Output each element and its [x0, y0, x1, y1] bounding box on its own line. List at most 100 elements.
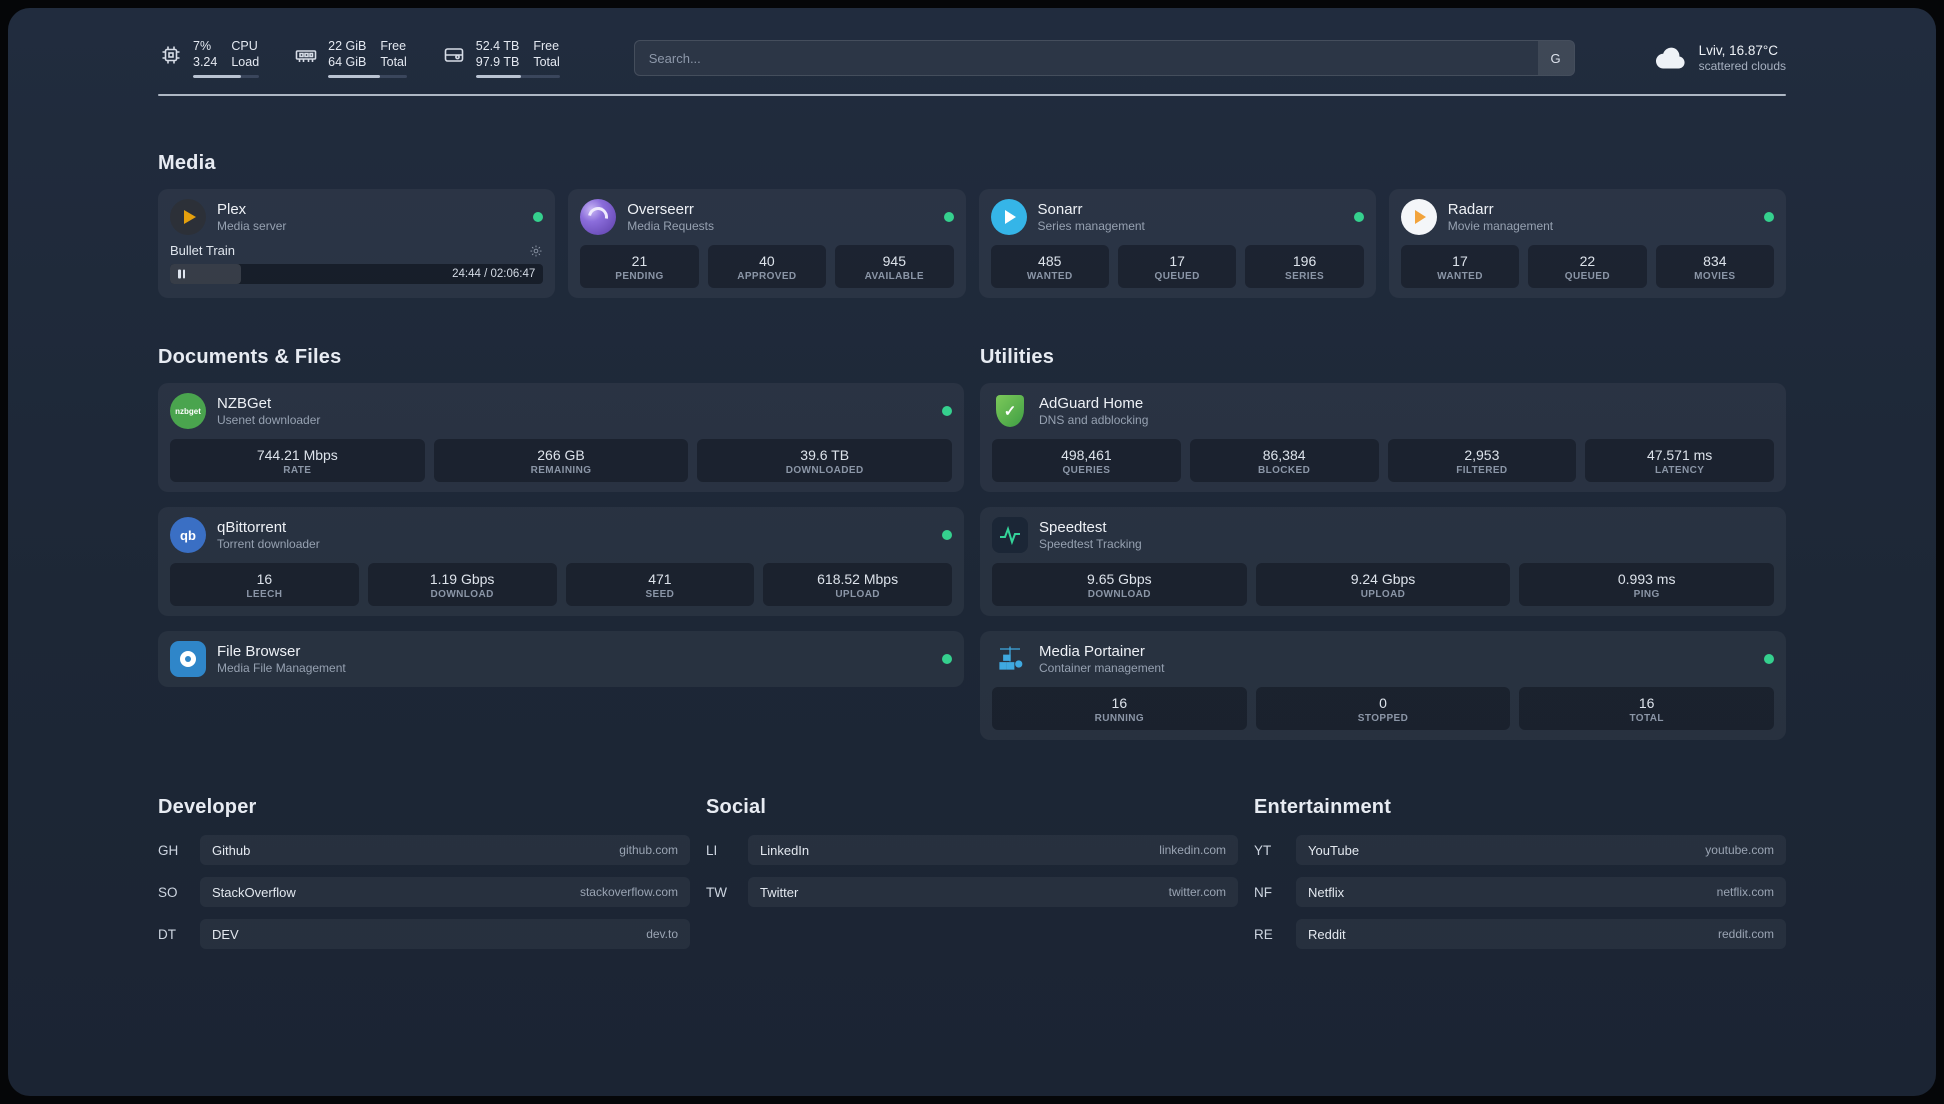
- app-subtitle-radarr: Movie management: [1447, 219, 1554, 233]
- plex-now-playing: Bullet Train 24:44 / 02:06:47: [170, 243, 544, 284]
- status-online-dot: [942, 654, 952, 664]
- playback-progress-bar[interactable]: 24:44 / 02:06:47: [170, 264, 544, 284]
- bookmark-row: NF Netflix netflix.com: [1254, 877, 1786, 907]
- app-name-sonarr: Sonarr: [1037, 201, 1083, 218]
- bookmark-link-linkedin[interactable]: LinkedIn linkedin.com: [748, 835, 1238, 865]
- stat-tile: 1.19 Gbps DOWNLOAD: [367, 563, 557, 606]
- stat-tile: 17 WANTED: [1400, 245, 1520, 288]
- bookmark-name: LinkedIn: [760, 842, 810, 858]
- section-documents: Documents & Files nzbget NZBGet Usenet d…: [158, 346, 964, 687]
- memory-label-2: Total: [380, 55, 407, 69]
- status-online-dot: [533, 212, 544, 222]
- app-card-sonarr[interactable]: Sonarr Series management 485 WANTED 17 Q…: [978, 189, 1376, 298]
- stat-tile: 485 WANTED: [990, 245, 1109, 288]
- stat-value: 2,953: [1464, 447, 1500, 463]
- stat-label: DOWNLOADED: [785, 465, 864, 476]
- app-subtitle-filebrowser: Media File Management: [217, 661, 346, 675]
- bookmark-url: dev.to: [646, 927, 678, 941]
- stat-value: 1.19 Gbps: [429, 571, 495, 587]
- status-online-dot: [1353, 212, 1364, 222]
- status-online-dot: [942, 530, 952, 540]
- stat-value: 16: [1111, 695, 1128, 711]
- cpu-label-1: CPU: [231, 39, 258, 53]
- stat-value: 17: [1169, 253, 1185, 269]
- cpu-label-2: Load: [231, 55, 260, 69]
- app-card-filebrowser[interactable]: File Browser Media File Management: [158, 631, 964, 687]
- bookmark-group-entertainment: Entertainment YT YouTube youtube.com NF …: [1254, 796, 1786, 949]
- bookmark-abbr: SO: [158, 884, 178, 900]
- app-name-qbittorrent: qBittorrent: [217, 519, 287, 536]
- bookmark-url: youtube.com: [1705, 843, 1774, 857]
- app-card-speedtest[interactable]: Speedtest Speedtest Tracking 9.65 Gbps D…: [980, 507, 1786, 616]
- stat-label: QUERIES: [1062, 465, 1111, 476]
- cpu-usage-bar: [193, 75, 260, 78]
- stat-tile: 2,953 FILTERED: [1387, 439, 1577, 482]
- app-card-overseerr[interactable]: Overseerr Media Requests 21 PENDING 40 A…: [568, 189, 966, 298]
- bookmark-link-netflix[interactable]: Netflix netflix.com: [1296, 877, 1786, 907]
- topbar-divider: [158, 94, 1786, 96]
- bookmark-url: stackoverflow.com: [579, 885, 678, 899]
- stat-value: 471: [648, 571, 672, 587]
- overseerr-icon: [580, 199, 617, 235]
- bookmark-link-youtube[interactable]: YouTube youtube.com: [1296, 835, 1786, 865]
- stat-value: 16: [1638, 695, 1655, 711]
- app-name-plex: Plex: [217, 201, 247, 218]
- weather-location: Lviv, 16.87°C: [1698, 43, 1779, 58]
- stat-tile: 47.571 ms LATENCY: [1585, 439, 1774, 482]
- app-card-plex[interactable]: Plex Media server Bullet Train 24:44 / 0…: [158, 189, 556, 298]
- stat-tile: 0.993 ms PING: [1519, 563, 1775, 606]
- search-engine-button[interactable]: G: [1537, 41, 1574, 75]
- stat-label: UPLOAD: [1360, 589, 1406, 600]
- section-bookmarks: Developer GH Github github.com SO StackO…: [158, 796, 1786, 949]
- stat-value: 485: [1038, 253, 1062, 269]
- stat-value: 16: [256, 571, 273, 587]
- settings-gear-icon[interactable]: [529, 244, 543, 258]
- app-name-nzbget: NZBGet: [217, 395, 272, 412]
- app-card-adguard[interactable]: ✓ AdGuard Home DNS and adblocking 498,46…: [980, 383, 1786, 492]
- bookmark-name: Netflix: [1308, 884, 1345, 900]
- speedtest-icon: [992, 517, 1028, 553]
- stat-label: STOPPED: [1357, 713, 1409, 724]
- stat-tile: 471 SEED: [565, 563, 755, 606]
- stat-label: BLOCKED: [1258, 465, 1311, 476]
- bookmark-link-twitter[interactable]: Twitter twitter.com: [748, 877, 1238, 907]
- memory-icon: [293, 42, 319, 68]
- stat-label: LEECH: [246, 589, 283, 600]
- app-card-radarr[interactable]: Radarr Movie management 17 WANTED 22 QUE…: [1388, 189, 1786, 298]
- stat-label: WANTED: [1437, 271, 1483, 282]
- bookmark-name: StackOverflow: [212, 884, 296, 900]
- app-card-qbittorrent[interactable]: qb qBittorrent Torrent downloader 16 LEE…: [158, 507, 964, 616]
- app-card-nzbget[interactable]: nzbget NZBGet Usenet downloader 744.21 M…: [158, 383, 964, 492]
- bookmark-link-dev[interactable]: DEV dev.to: [200, 919, 690, 949]
- bookmark-link-stackoverflow[interactable]: StackOverflow stackoverflow.com: [200, 877, 690, 907]
- bookmark-abbr: YT: [1254, 842, 1272, 858]
- disk-total-value: 97.9 TB: [475, 55, 520, 69]
- bookmark-link-reddit[interactable]: Reddit reddit.com: [1296, 919, 1786, 949]
- weather-widget[interactable]: Lviv, 16.87°C scattered clouds: [1653, 42, 1786, 74]
- stat-label: FILTERED: [1456, 465, 1508, 476]
- stat-tile: 834 MOVIES: [1655, 245, 1775, 288]
- stat-tile: 618.52 Mbps UPLOAD: [763, 563, 952, 606]
- disk-usage-bar: [475, 75, 560, 78]
- bookmark-group-title: Social: [706, 796, 767, 818]
- app-subtitle-sonarr: Series management: [1037, 219, 1145, 233]
- stat-tile: 22 QUEUED: [1528, 245, 1647, 288]
- stat-tile: 16 RUNNING: [992, 687, 1247, 730]
- status-online-dot: [1764, 654, 1774, 664]
- stat-label: DOWNLOAD: [430, 589, 494, 600]
- qbittorrent-icon: qb: [170, 517, 206, 553]
- pause-icon[interactable]: [178, 269, 185, 279]
- bookmark-group-developer: Developer GH Github github.com SO StackO…: [158, 796, 690, 949]
- bookmark-url: netflix.com: [1716, 885, 1774, 899]
- search-input[interactable]: [633, 40, 1575, 76]
- topbar: 7% 3.24 CPU Load 22 GiB 64 GiB Free Tota…: [158, 38, 1786, 78]
- bookmark-link-github[interactable]: Github github.com: [200, 835, 690, 865]
- stat-label: DOWNLOAD: [1087, 589, 1151, 600]
- section-media: Media Plex Media server Bullet Train 24:…: [158, 152, 1786, 298]
- app-card-portainer[interactable]: Media Portainer Container management 16 …: [980, 631, 1786, 740]
- app-subtitle-qbittorrent: Torrent downloader: [217, 537, 320, 551]
- section-middle: Documents & Files nzbget NZBGet Usenet d…: [158, 346, 1786, 740]
- disk-icon: [441, 42, 467, 68]
- bookmark-row: RE Reddit reddit.com: [1254, 919, 1786, 949]
- app-subtitle-portainer: Container management: [1039, 661, 1165, 675]
